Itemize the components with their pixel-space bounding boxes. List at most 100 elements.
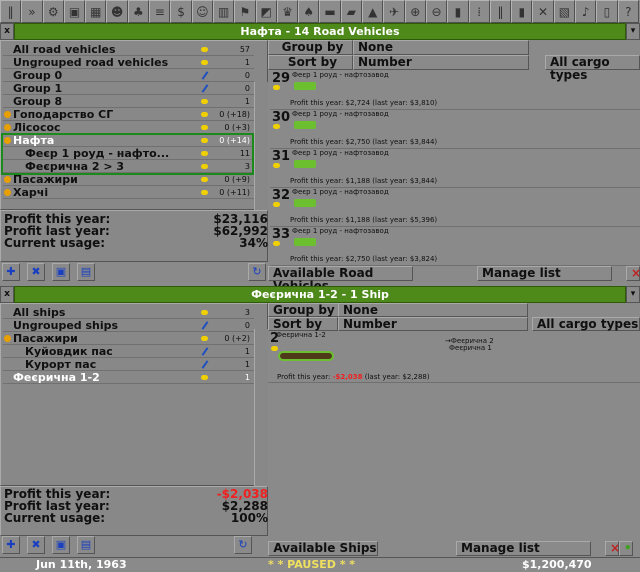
- available-vehicles-button[interactable]: Available Road Vehicles: [268, 266, 413, 293]
- group-scrollbar[interactable]: [254, 82, 268, 210]
- vehicle-row[interactable]: 32 Феєр 1 роуд - нафтозавод Profit this ye…: [270, 188, 640, 227]
- replace-vehicles-icon[interactable]: ↻: [248, 263, 266, 281]
- company-icon[interactable]: ☺: [191, 0, 213, 23]
- rename-group-icon[interactable]: ▣: [52, 536, 70, 554]
- town-icon[interactable]: ☻: [106, 0, 128, 23]
- create-group-icon[interactable]: ✚: [2, 263, 20, 281]
- build-tram-icon[interactable]: ‖: [489, 0, 512, 23]
- group-row[interactable]: All ships 3: [3, 306, 254, 319]
- group-row[interactable]: Гоподарство СГ 0 (+18): [3, 108, 254, 121]
- group-row[interactable]: Курорт пас 1: [3, 358, 254, 371]
- stop-all-icon[interactable]: ×: [605, 541, 620, 556]
- group-name: All road vehicles: [13, 43, 116, 56]
- start-all-icon[interactable]: •: [619, 541, 633, 556]
- order-status-icon: [273, 85, 280, 90]
- group-count: 1: [244, 360, 250, 369]
- company-money[interactable]: $1,200,470: [522, 558, 592, 572]
- cargo-filter-dropdown[interactable]: All cargo types: [532, 317, 640, 331]
- delete-group-icon[interactable]: ✖: [27, 536, 45, 554]
- delete-group-icon[interactable]: ✖: [27, 263, 45, 281]
- ships-icon[interactable]: ▲: [362, 0, 384, 23]
- aircraft-icon[interactable]: ✈: [383, 0, 405, 23]
- vehicle-row[interactable]: 29 Феєр 1 роуд - нафтозавод Profit this ye…: [270, 71, 640, 110]
- goals-icon[interactable]: ⚑: [234, 0, 256, 23]
- expand-icon[interactable]: [4, 111, 11, 118]
- sound-icon[interactable]: ♪: [575, 0, 597, 23]
- stations-icon[interactable]: ≡: [149, 0, 171, 23]
- industry-icon[interactable]: ♠: [298, 0, 320, 23]
- sort-by-button[interactable]: Sort by: [268, 317, 338, 331]
- build-rail-icon[interactable]: ▮: [447, 0, 469, 23]
- group-by-dropdown[interactable]: None: [353, 40, 529, 55]
- subsidies-icon[interactable]: ♣: [127, 0, 150, 23]
- road-vehicles-icon[interactable]: ▰: [340, 0, 363, 23]
- group-row[interactable]: Харчі 0 (+11): [3, 186, 254, 199]
- stop-all-icon[interactable]: ×: [626, 266, 640, 281]
- sort-by-button[interactable]: Sort by: [268, 55, 353, 70]
- manage-list-dropdown[interactable]: Manage list: [456, 541, 591, 556]
- build-road-icon[interactable]: ⁞: [468, 0, 490, 23]
- group-row[interactable]: Group 8 1: [3, 95, 254, 108]
- sort-by-dropdown[interactable]: Number: [353, 55, 529, 70]
- group-row[interactable]: Ungrouped ships 0: [3, 319, 254, 332]
- expand-icon[interactable]: [4, 176, 11, 183]
- vehicle-row[interactable]: 31 Феєр 1 роуд - нафтозавод Profit this ye…: [270, 149, 640, 188]
- available-vehicles-button[interactable]: Available Ships: [268, 541, 378, 556]
- map-icon[interactable]: ▦: [85, 0, 107, 23]
- main-toolbar: ‖» ⚙ ▣ ▦ ☻ ♣ ≡ $ ☺ ▥ ⚑ ◩ ♛ ♠ ▬ ▰ ▲ ✈ ⊕ ⊖ ▮ ⁞ ‖ ▮ ✕ ▧ ♪ ▯?: [0, 0, 640, 23]
- cargo-filter-dropdown[interactable]: All cargo types: [545, 55, 640, 82]
- vehicle-row[interactable]: 30 Феєр 1 роуд - нафтозавод Profit this ye…: [270, 110, 640, 149]
- landscaping-icon[interactable]: ▧: [553, 0, 576, 23]
- save-icon[interactable]: ▣: [63, 0, 86, 23]
- livery-group-icon[interactable]: ▤: [77, 263, 95, 281]
- sticky-button[interactable]: ▾: [626, 286, 640, 303]
- group-row[interactable]: Group 1 0: [3, 82, 254, 95]
- vehicle-profit: Profit this year: $1,188 (last year: $5,…: [290, 216, 438, 224]
- sticky-button[interactable]: ▾: [626, 23, 640, 40]
- group-name: Ungrouped road vehicles: [13, 56, 169, 69]
- pause-icon[interactable]: ‖: [0, 0, 22, 23]
- finances-icon[interactable]: $: [170, 0, 192, 23]
- expand-icon[interactable]: [4, 189, 11, 196]
- order-status-icon: [201, 375, 208, 380]
- replace-vehicles-icon[interactable]: ↻: [234, 536, 252, 554]
- group-row[interactable]: Феєрична 1-2 1: [3, 371, 254, 384]
- help-icon[interactable]: ?: [617, 0, 639, 23]
- close-window-button[interactable]: x: [0, 23, 14, 40]
- group-row[interactable]: Ungrouped road vehicles 1: [3, 56, 254, 69]
- collapse-icon[interactable]: [4, 335, 11, 342]
- graphs-icon[interactable]: ◩: [255, 0, 277, 23]
- fast-forward-icon[interactable]: »: [21, 0, 43, 23]
- trains-icon[interactable]: ▬: [319, 0, 341, 23]
- settings-icon[interactable]: ⚙: [42, 0, 64, 23]
- vehicle-row[interactable]: 2 Феєрична 1-2 →Феєрична 2 Феєрична 1 Pr…: [268, 331, 640, 383]
- vehicle-name: Феєр 1 роуд - нафтозавод: [292, 110, 389, 118]
- edit-icon: [201, 71, 209, 80]
- group-count: 0 (+2): [224, 334, 250, 343]
- rename-group-icon[interactable]: ▣: [52, 263, 70, 281]
- group-row[interactable]: Пасажири 0 (+2): [3, 332, 254, 345]
- window-title[interactable]: Нафта - 14 Road Vehicles: [14, 23, 626, 40]
- build-air-icon[interactable]: ✕: [532, 0, 554, 23]
- league-icon[interactable]: ♛: [276, 0, 299, 23]
- messages-icon[interactable]: ▯: [596, 0, 618, 23]
- group-row[interactable]: Куйовдик пас 1: [3, 345, 254, 358]
- zoom-out-icon[interactable]: ⊖: [425, 0, 448, 23]
- expand-icon[interactable]: [4, 124, 11, 131]
- group-by-dropdown[interactable]: None: [338, 303, 528, 317]
- sort-by-dropdown[interactable]: Number: [338, 317, 528, 331]
- window-title[interactable]: Феєрична 1-2 - 1 Ship: [14, 286, 626, 303]
- group-row[interactable]: Group 0 0: [3, 69, 254, 82]
- close-window-button[interactable]: x: [0, 286, 14, 303]
- order-status-icon: [201, 336, 208, 341]
- vehicle-row[interactable]: 33 Феєр 1 роуд - нафтозавод Profit this ye…: [270, 227, 640, 266]
- build-water-icon[interactable]: ▮: [511, 0, 533, 23]
- group-row[interactable]: All road vehicles 57: [3, 43, 254, 56]
- group-scrollbar[interactable]: [254, 329, 268, 486]
- livery-group-icon[interactable]: ▤: [77, 536, 95, 554]
- story-icon[interactable]: ▥: [212, 0, 235, 23]
- profit-prefix: Profit this year:: [277, 373, 331, 381]
- create-group-icon[interactable]: ✚: [2, 536, 20, 554]
- zoom-in-icon[interactable]: ⊕: [404, 0, 426, 23]
- manage-list-dropdown[interactable]: Manage list: [477, 266, 612, 281]
